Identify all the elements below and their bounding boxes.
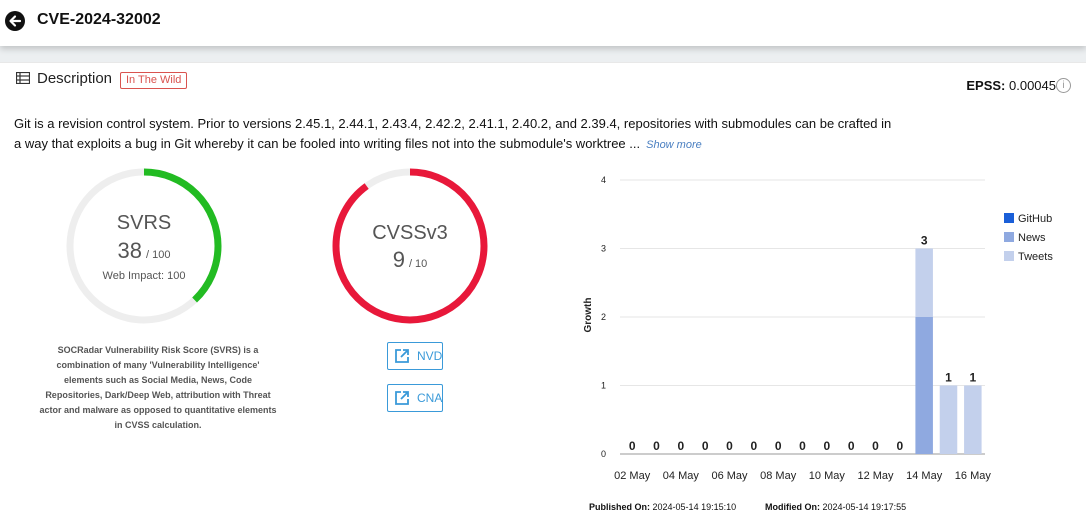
bar-total-label: 0: [653, 439, 660, 453]
epss-value: 0.00045: [1009, 78, 1056, 93]
bar-tweets: [939, 385, 958, 454]
cvss-score: 9: [393, 247, 405, 272]
page-title: CVE-2024-32002: [37, 11, 161, 28]
external-link-icon: [395, 391, 409, 405]
bar-total-label: 0: [775, 439, 782, 453]
y-tick-label: 0: [601, 449, 606, 459]
published-date: Published On: 2024-05-14 19:15:10: [589, 502, 736, 512]
chart-legend: GitHub News Tweets: [1004, 213, 1053, 263]
x-tick-label: 08 May: [760, 470, 797, 482]
cvss-title: CVSSv3: [372, 222, 448, 244]
published-value: 2024-05-14 19:15:10: [652, 502, 737, 512]
bar-total-label: 0: [823, 439, 830, 453]
svrs-gauge: SVRS 38 / 100 Web Impact: 100: [66, 168, 222, 324]
chart-bars: [915, 248, 982, 454]
bar-tweets: [915, 248, 933, 317]
bar-tweets: [964, 385, 982, 454]
bar-total-label: 0: [848, 439, 855, 453]
description-line-2: a way that exploits a bug in Git whereby…: [14, 136, 641, 151]
bar-total-label: 1: [969, 371, 976, 385]
y-tick-label: 1: [601, 381, 606, 391]
description-text: Git is a revision control system. Prior …: [14, 114, 904, 155]
bar-total-label: 0: [872, 439, 879, 453]
cvss-gauge: CVSSv3 9 / 10: [332, 168, 488, 324]
x-tick-label: 12 May: [857, 470, 894, 482]
description-label: Description: [37, 70, 113, 87]
cna-label: CNA: [417, 391, 443, 405]
y-tick-label: 3: [601, 244, 606, 254]
epss-label: EPSS:: [966, 78, 1006, 93]
cvss-gauge-arc: [332, 168, 488, 324]
modified-value: 2024-05-14 19:17:55: [822, 502, 907, 512]
x-tick-label: 02 May: [614, 470, 651, 482]
modified-label: Modified On:: [765, 502, 820, 512]
bar-total-label: 3: [921, 234, 928, 248]
bar-total-label: 0: [896, 439, 903, 453]
show-more-link[interactable]: Show more: [646, 139, 702, 151]
bar-total-label: 0: [677, 439, 684, 453]
svrs-web-impact: Web Impact: 100: [103, 270, 186, 282]
modified-date: Modified On: 2024-05-14 19:17:55: [765, 502, 906, 512]
x-tick-label: 10 May: [809, 470, 846, 482]
header-band: [0, 46, 1086, 62]
bar-news: [915, 317, 933, 454]
bar-total-label: 0: [799, 439, 806, 453]
list-icon: [16, 72, 30, 84]
legend-label-news: News: [1018, 232, 1046, 244]
bar-total-label: 1: [945, 371, 952, 385]
back-arrow-icon[interactable]: [5, 11, 25, 31]
in-the-wild-badge: In The Wild: [120, 72, 188, 89]
svrs-score-line: 38 / 100: [118, 238, 171, 263]
bar-total-label: 0: [702, 439, 709, 453]
legend-swatch-news: [1004, 232, 1014, 242]
nvd-link-button[interactable]: NVD: [387, 342, 443, 370]
legend-label-github: GitHub: [1018, 213, 1052, 225]
legend-swatch-github: [1004, 213, 1014, 223]
epss-score: EPSS: 0.00045: [966, 78, 1056, 93]
header-bar: CVE-2024-32002: [0, 0, 1086, 46]
svrs-score: 38: [118, 238, 142, 263]
legend-label-tweets: Tweets: [1018, 251, 1053, 263]
x-tick-label: 14 May: [906, 470, 943, 482]
cvss-score-line: 9 / 10: [393, 247, 428, 272]
svrs-explanation: SOCRadar Vulnerability Risk Score (SVRS)…: [39, 345, 277, 430]
section-divider: [0, 62, 1086, 63]
published-label: Published On:: [589, 502, 651, 512]
info-icon[interactable]: i: [1056, 78, 1071, 93]
svrs-max: / 100: [146, 249, 170, 261]
legend-swatch-tweets: [1004, 251, 1014, 261]
description-line-1: Git is a revision control system. Prior …: [14, 116, 892, 131]
y-tick-label: 4: [601, 175, 606, 185]
x-tick-label: 06 May: [711, 470, 748, 482]
bar-total-label: 0: [629, 439, 636, 453]
bar-total-label: 0: [750, 439, 757, 453]
x-tick-label: 16 May: [955, 470, 992, 482]
x-tick-label: 04 May: [663, 470, 700, 482]
chart-x-ticks: 02 May 04 May 06 May 08 May 10 May 12 May 14 M…: [614, 470, 991, 482]
nvd-label: NVD: [417, 349, 443, 363]
svrs-title: SVRS: [117, 212, 171, 234]
y-tick-label: 2: [601, 312, 606, 322]
bar-total-label: 0: [726, 439, 733, 453]
cvss-max: / 10: [409, 258, 427, 270]
growth-chart: 0 1 2 3 4 0 0 0 0 0 0 0 0 0 0 0 0 3 1 1 02 May 04 May 06 May…: [583, 175, 1053, 482]
chart-y-label: Growth: [583, 298, 594, 333]
external-link-icon: [395, 349, 409, 363]
cna-link-button[interactable]: CNA: [387, 384, 443, 412]
